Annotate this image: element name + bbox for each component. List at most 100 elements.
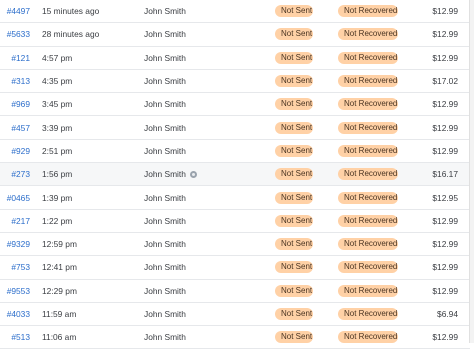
email-status-badge: Not Sent [275,98,313,111]
time-cell: 12:59 pm [42,239,77,250]
customer-name: John Smith [144,192,186,203]
order-link[interactable]: #121 [11,53,30,63]
time-cell: 4:35 pm [42,76,73,87]
customer-cell: John Smith [144,256,186,278]
scrollbar[interactable] [469,0,474,343]
info-icon[interactable] [189,170,197,178]
table-row[interactable]: #513 11:06 am John Smith Not Sent Not Recove… [0,326,470,349]
order-cell: #457 [0,116,30,138]
order-link[interactable]: #9553 [7,286,30,296]
order-link[interactable]: #969 [11,99,30,109]
email-status-cell: Not Sent [275,163,313,185]
email-status-cell: Not Sent [275,70,313,92]
total-cell: $12.99 [432,52,458,63]
table-row[interactable]: #969 3:45 pm John Smith Not Sent Not Recover… [0,93,470,117]
customer-name: John Smith [144,29,186,40]
order-link[interactable]: #9329 [7,239,30,249]
email-status-cell: Not Sent [275,23,313,45]
recovery-status-badge: Not Recovered [338,121,398,134]
email-status-badge: Not Sent [275,28,313,41]
customer-cell: John Smith [144,326,186,348]
recovery-status-cell: Not Recovered [338,116,398,138]
customer-cell: John Smith [144,70,186,92]
order-link[interactable]: #753 [11,262,30,272]
order-link[interactable]: #457 [11,123,30,133]
table-row[interactable]: #753 12:41 pm John Smith Not Sent Not Recove… [0,256,470,280]
table-row[interactable]: #313 4:35 pm John Smith Not Sent Not Recover… [0,70,470,94]
recovery-status-cell: Not Recovered [338,210,398,232]
table-row[interactable]: #4497 15 minutes ago John Smith Not Sent Not… [0,0,470,24]
recovery-status-cell: Not Recovered [338,140,398,162]
email-status-badge: Not Sent [275,191,313,204]
customer-cell: John Smith [144,186,186,208]
order-cell: #929 [0,140,30,162]
time-cell: 2:51 pm [42,145,73,156]
total-cell: $12.95 [432,192,458,203]
time-cell: 1:22 pm [42,215,73,226]
customer-name: John Smith [144,52,186,63]
table-row[interactable]: #0465 1:39 pm John Smith Not Sent Not Recove… [0,186,470,210]
order-link[interactable]: #513 [11,332,30,342]
table-row[interactable]: #217 1:22 pm John Smith Not Sent Not Recover… [0,210,470,233]
recovery-status-cell: Not Recovered [338,186,398,208]
total-cell: $17.02 [432,76,458,87]
email-status-badge: Not Sent [275,214,313,227]
order-cell: #313 [0,70,30,92]
order-cell: #5633 [0,23,30,45]
customer-cell: John Smith [144,116,186,138]
recovery-status-cell: Not Recovered [338,233,398,255]
time-cell: 12:29 pm [42,285,77,296]
recovery-status-cell: Not Recovered [338,163,398,185]
customer-name: John Smith [144,6,186,17]
table-row[interactable]: #9329 12:59 pm John Smith Not Sent Not Recov… [0,233,470,257]
email-status-badge: Not Sent [275,238,313,251]
recovery-status-cell: Not Recovered [338,23,398,45]
order-link[interactable]: #4497 [7,6,30,16]
total-cell: $16.17 [432,169,458,180]
email-status-cell: Not Sent [275,186,313,208]
recovery-status-cell: Not Recovered [338,326,398,348]
email-status-cell: Not Sent [275,326,313,348]
email-status-cell: Not Sent [275,210,313,232]
email-status-badge: Not Sent [275,261,313,274]
order-link[interactable]: #4033 [7,309,30,319]
email-status-badge: Not Sent [275,284,313,297]
email-status-badge: Not Sent [275,5,313,18]
email-status-badge: Not Sent [275,168,313,181]
recovery-status-cell: Not Recovered [338,280,398,302]
order-link[interactable]: #273 [11,169,30,179]
time-cell: 15 minutes ago [42,6,100,17]
recovery-status-badge: Not Recovered [338,5,398,18]
time-cell: 11:59 am [42,309,77,319]
recovery-status-badge: Not Recovered [338,238,398,251]
email-status-badge: Not Sent [275,75,313,88]
email-status-cell: Not Sent [275,0,313,22]
order-link[interactable]: #0465 [7,193,30,203]
recovery-status-badge: Not Recovered [338,261,398,274]
order-cell: #273 [0,163,30,185]
customer-name: John Smith [144,145,186,156]
email-status-cell: Not Sent [275,256,313,278]
table-row[interactable]: #457 3:39 pm John Smith Not Sent Not Recover… [0,116,470,140]
order-link[interactable]: #313 [11,76,30,86]
total-cell: $6.94 [437,309,458,319]
customer-cell: John Smith [144,210,186,232]
table-row[interactable]: #4033 11:59 am John Smith Not Sent Not Recov… [0,303,470,327]
order-link[interactable]: #929 [11,146,30,156]
order-link[interactable]: #217 [11,216,30,226]
recovery-status-badge: Not Recovered [338,191,398,204]
customer-name: John Smith [144,215,186,226]
table-row[interactable]: #121 4:57 pm John Smith Not Sent Not Recover… [0,47,470,70]
recovery-status-cell: Not Recovered [338,303,398,325]
table-row[interactable]: #929 2:51 pm John Smith Not Sent Not Recover… [0,140,470,164]
email-status-cell: Not Sent [275,233,313,255]
order-link[interactable]: #5633 [7,29,30,39]
table-row[interactable]: #9553 12:29 pm John Smith Not Sent Not Recov… [0,280,470,303]
time-cell: 3:45 pm [42,99,73,110]
total-cell: $12.99 [432,145,458,156]
total-cell: $12.99 [432,239,458,250]
customer-name: John Smith [144,239,186,250]
customer-name: John Smith [144,262,186,273]
table-row[interactable]: #273 1:56 pm John Smith Not Sent Not Recover… [0,163,470,187]
table-row[interactable]: #5633 28 minutes ago John Smith Not Sent Not… [0,23,470,47]
